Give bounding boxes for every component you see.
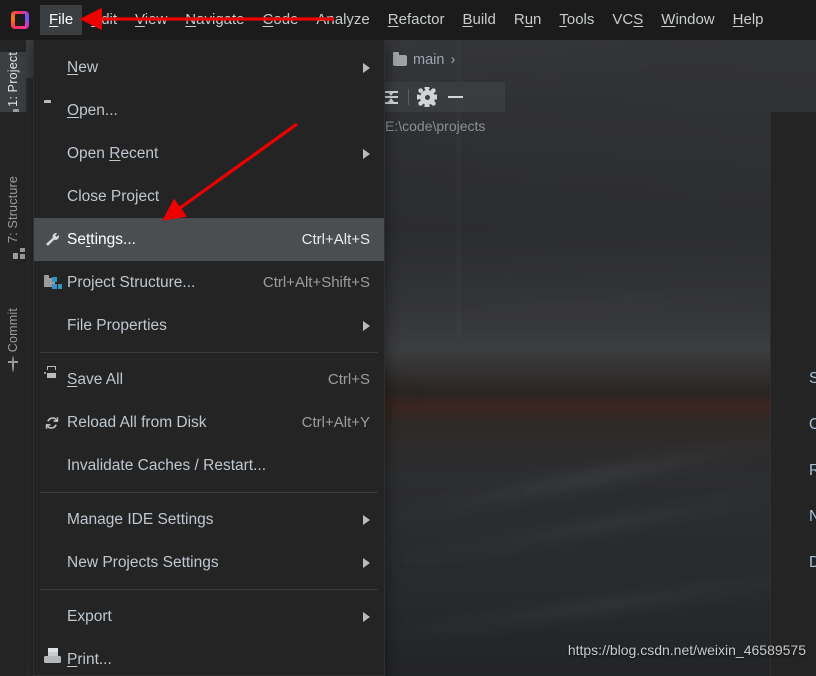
wrench-icon: [44, 232, 62, 248]
sidebar-item-project[interactable]: 1: Project: [0, 52, 26, 112]
menubar-item-edit[interactable]: Edit: [82, 5, 126, 35]
right-popup-item[interactable]: N: [809, 508, 816, 526]
menu-item-new[interactable]: New: [34, 46, 384, 89]
menu-item-label: File Properties: [67, 316, 167, 334]
menu-item-label: Close Project: [67, 187, 160, 205]
breadcrumb-separator: ›: [450, 52, 456, 68]
menubar-item-tools[interactable]: Tools: [550, 5, 603, 35]
menu-item-shortcut: Ctrl+Alt+S: [301, 231, 370, 248]
chevron-right-icon: [363, 611, 370, 622]
menu-item-close-project[interactable]: Close Project: [34, 175, 384, 218]
breadcrumb-label: main: [413, 52, 445, 68]
hide-minimize-icon[interactable]: [442, 84, 468, 110]
sidebar-item-label: Commit: [6, 308, 20, 353]
menu-item-invalidate-caches[interactable]: Invalidate Caches / Restart...: [34, 444, 384, 487]
menu-item-shortcut: Ctrl+Alt+Y: [301, 414, 370, 431]
menu-item-label: Invalidate Caches / Restart...: [67, 456, 267, 474]
menu-item-open-recent[interactable]: Open Recent: [34, 132, 384, 175]
right-popup-panel: S O R N D: [770, 112, 816, 676]
chevron-right-icon: [363, 320, 370, 331]
menu-item-shortcut: Ctrl+Alt+Shift+S: [262, 274, 370, 291]
menu-separator: [40, 589, 378, 590]
chevron-right-icon: [363, 557, 370, 568]
reload-icon: [44, 415, 62, 431]
menu-separator: [40, 492, 378, 493]
menu-separator: [40, 352, 378, 353]
save-icon: [44, 366, 62, 388]
sidebar-item-label: 7: Structure: [6, 176, 20, 244]
menu-item-manage-ide-settings[interactable]: Manage IDE Settings: [34, 498, 384, 541]
menu-item-new-projects-settings[interactable]: New Projects Settings: [34, 541, 384, 584]
print-icon: [44, 647, 62, 668]
ide-window: 1: Project 7: Structure Commit fi main ›…: [0, 0, 816, 676]
menubar-item-refactor[interactable]: Refactor: [379, 5, 454, 35]
menu-item-label: Reload All from Disk: [67, 413, 207, 431]
menu-item-file-properties[interactable]: File Properties: [34, 304, 384, 347]
project-path-text: E:\code\projects: [385, 118, 486, 134]
menubar-item-run[interactable]: Run: [505, 5, 551, 35]
menu-item-reload-all-from-disk[interactable]: Reload All from Disk Ctrl+Alt+Y: [34, 401, 384, 444]
project-structure-icon: [44, 275, 62, 291]
menu-item-open[interactable]: Open...: [34, 89, 384, 132]
right-popup-item[interactable]: O: [809, 416, 816, 434]
sidebar-item-commit[interactable]: Commit: [0, 308, 26, 373]
settings-gear-icon[interactable]: [414, 84, 440, 110]
file-menu-dropdown: New Open... Open Recent Close Project Se…: [33, 40, 385, 676]
menu-item-export[interactable]: Export: [34, 595, 384, 638]
menubar-item-view[interactable]: View: [126, 5, 176, 35]
chevron-right-icon: [363, 514, 370, 525]
menubar-item-navigate[interactable]: Navigate: [176, 5, 253, 35]
chevron-right-icon: [363, 62, 370, 73]
menubar-item-code[interactable]: Code: [254, 5, 308, 35]
menu-item-label: Project Structure...: [67, 273, 196, 291]
menu-item-settings[interactable]: Settings... Ctrl+Alt+S: [34, 218, 384, 261]
project-pane-toolbar: [373, 82, 505, 112]
menubar-item-vcs[interactable]: VCS: [603, 5, 652, 35]
menu-bar: File Edit View Navigate Code Analyze Ref…: [0, 0, 816, 40]
menubar-item-window[interactable]: Window: [652, 5, 723, 35]
menu-item-print[interactable]: Print...: [34, 638, 384, 676]
commit-icon: [12, 356, 14, 373]
sidebar-item-label: 1: Project: [6, 52, 20, 107]
menubar-item-file[interactable]: File: [40, 5, 83, 35]
breadcrumb[interactable]: main ›: [385, 44, 816, 76]
menu-item-label: Manage IDE Settings: [67, 510, 214, 528]
menu-item-save-all[interactable]: Save All Ctrl+S: [34, 358, 384, 401]
chevron-right-icon: [363, 148, 370, 159]
menu-item-label: New Projects Settings: [67, 553, 219, 571]
tool-window-stripe: 1: Project 7: Structure Commit: [0, 40, 26, 676]
right-popup-item[interactable]: S: [809, 370, 816, 388]
toolbar-divider: [408, 89, 409, 105]
folder-icon: [393, 51, 407, 66]
menubar-item-analyze[interactable]: Analyze: [307, 5, 378, 35]
menu-item-project-structure[interactable]: Project Structure... Ctrl+Alt+Shift+S: [34, 261, 384, 304]
right-popup-item[interactable]: R: [809, 462, 816, 480]
menubar-item-help[interactable]: Help: [724, 5, 773, 35]
menubar-item-build[interactable]: Build: [453, 5, 504, 35]
intellij-idea-logo-icon: [0, 0, 40, 40]
menu-item-shortcut: Ctrl+S: [327, 371, 370, 388]
menu-item-label: Export: [67, 607, 112, 625]
sidebar-item-structure[interactable]: 7: Structure: [0, 176, 26, 260]
watermark-text: https://blog.csdn.net/weixin_46589575: [567, 642, 806, 658]
open-folder-icon: [44, 103, 62, 119]
right-popup-item[interactable]: D: [809, 554, 816, 572]
